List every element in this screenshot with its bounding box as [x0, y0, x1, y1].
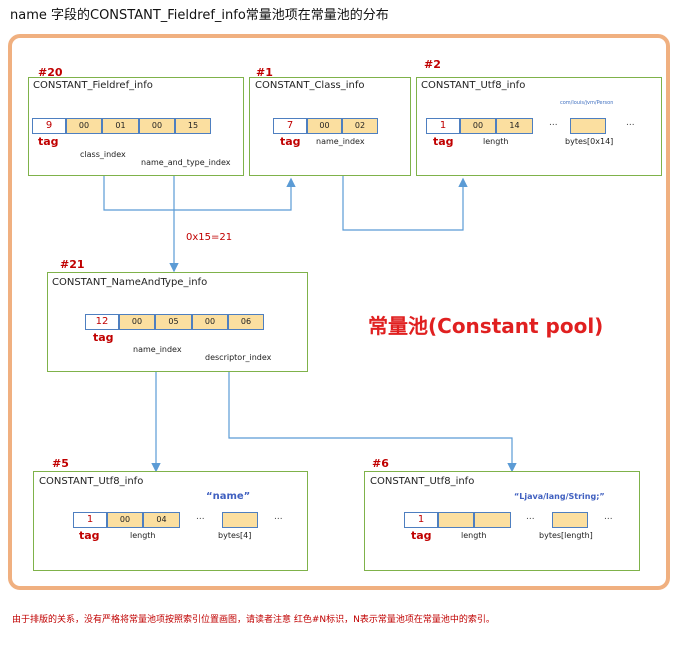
- entry-index-21: #21: [60, 258, 85, 271]
- fieldref-tag-label: tag: [38, 135, 59, 148]
- class-tag-cell: 7: [273, 118, 307, 134]
- utf8-2-bytes-label: bytes[0x14]: [565, 137, 614, 146]
- utf8-6-tag-label: tag: [411, 529, 432, 542]
- nat-descriptor-index-label: descriptor_index: [205, 353, 272, 362]
- utf8-5-tag-cell: 1: [73, 512, 107, 528]
- nat-name: CONSTANT_NameAndType_info: [52, 277, 208, 288]
- utf8-2-ellipsis-1: ...: [549, 118, 558, 128]
- utf8-5-length-label: length: [130, 531, 156, 540]
- utf8-2-name: CONSTANT_Utf8_info: [421, 80, 526, 91]
- fieldref-cell-3: 00: [139, 118, 175, 134]
- utf8-2-byte-cell: [570, 118, 606, 134]
- utf8-5-byte-cell: [222, 512, 258, 528]
- utf8-5-bytes-label: bytes[4]: [218, 531, 252, 540]
- nat-cell-1: 00: [119, 314, 155, 330]
- arrow-nat-descriptor-index: [228, 358, 517, 473]
- utf8-6-cell-2: [474, 512, 511, 528]
- utf8-6-ellipsis-1: ...: [526, 512, 535, 522]
- utf8-6-ellipsis-2: ...: [604, 512, 613, 522]
- nat-cell-3: 00: [192, 314, 228, 330]
- nat-cell-2: 05: [155, 314, 192, 330]
- utf8-6-cell-1: [438, 512, 474, 528]
- utf8-2-ellipsis-2: ...: [626, 118, 635, 128]
- utf8-5-tag-label: tag: [79, 529, 100, 542]
- utf8-5-cell-1: 00: [107, 512, 143, 528]
- fieldref-name-and-type-label: name_and_type_index: [141, 158, 231, 167]
- fieldref-cell-1: 00: [66, 118, 102, 134]
- utf8-2-tag-cell: 1: [426, 118, 460, 134]
- utf8-2-tag-label: tag: [433, 135, 454, 148]
- utf8-5-ellipsis-2: ...: [274, 512, 283, 522]
- footnote: 由于排版的关系，没有严格将常量池项按照索引位置画图，请读者注意 红色#N标识，N…: [12, 615, 495, 625]
- utf8-6-bytes-label: bytes[length]: [539, 531, 593, 540]
- utf8-2-length-label: length: [483, 137, 509, 146]
- entry-index-2: #2: [424, 58, 441, 71]
- class-cell-2: 02: [342, 118, 378, 134]
- class-cell-1: 00: [307, 118, 342, 134]
- entry-index-6: #6: [372, 457, 389, 470]
- nat-tag-label: tag: [93, 331, 114, 344]
- utf8-6-string: “Ljava/lang/String;”: [514, 492, 605, 501]
- utf8-6-tag-cell: 1: [404, 512, 438, 528]
- nat-name-index-label: name_index: [133, 345, 182, 354]
- offset-label: 0x15=21: [186, 232, 233, 243]
- utf8-6-name: CONSTANT_Utf8_info: [370, 476, 475, 487]
- utf8-5-ellipsis-1: ...: [196, 512, 205, 522]
- utf8-5-name: CONSTANT_Utf8_info: [39, 476, 144, 487]
- fieldref-cell-4: 15: [175, 118, 211, 134]
- constant-pool-label: 常量池(Constant pool): [368, 314, 604, 338]
- entry-index-5: #5: [52, 457, 69, 470]
- fieldref-class-index-label: class_index: [80, 150, 126, 159]
- utf8-2-cell-1: 00: [460, 118, 496, 134]
- utf8-5-string: “name”: [206, 491, 251, 502]
- utf8-6-byte-cell: [552, 512, 588, 528]
- nat-tag-cell: 12: [85, 314, 119, 330]
- nat-cell-4: 06: [228, 314, 264, 330]
- fieldref-tag-cell: 9: [32, 118, 66, 134]
- class-name-index-label: name_index: [316, 137, 365, 146]
- class-tag-label: tag: [280, 135, 301, 148]
- utf8-2-cell-2: 14: [496, 118, 533, 134]
- fieldref-name: CONSTANT_Fieldref_info: [33, 80, 153, 91]
- utf8-6-length-label: length: [461, 531, 487, 540]
- fieldref-cell-2: 01: [102, 118, 139, 134]
- utf8-5-cell-2: 04: [143, 512, 180, 528]
- utf8-2-string: com/louis/jvm/Person: [560, 100, 614, 106]
- class-name: CONSTANT_Class_info: [255, 80, 365, 91]
